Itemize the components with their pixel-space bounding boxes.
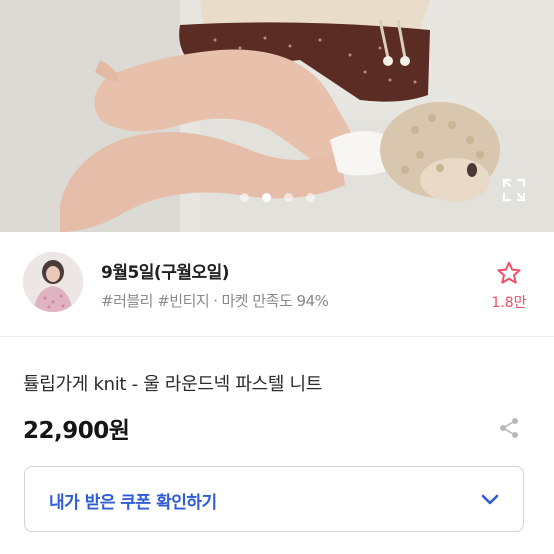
share-icon[interactable] bbox=[497, 416, 521, 440]
favorite-count: 1.8만 bbox=[491, 295, 527, 311]
product-image-gallery[interactable] bbox=[0, 0, 554, 232]
chevron-down-icon bbox=[479, 488, 501, 510]
seller-meta: #러블리 #빈티지 · 마켓 만족도 94% bbox=[101, 290, 329, 311]
gallery-dot-active[interactable] bbox=[261, 193, 271, 202]
star-outline-icon[interactable] bbox=[496, 261, 522, 290]
meta-separator: · bbox=[213, 292, 218, 310]
gallery-dot[interactable] bbox=[239, 193, 249, 202]
coupon-label: 내가 받은 쿠폰 확인하기 bbox=[49, 493, 217, 513]
product-price: 22,900원 bbox=[23, 418, 130, 444]
gallery-dot[interactable] bbox=[305, 193, 315, 202]
gallery-dot[interactable] bbox=[283, 193, 293, 202]
product-title: 튤립가게 knit - 울 라운드넥 파스텔 니트 bbox=[23, 374, 323, 395]
seller-tags: #러블리 #빈티지 bbox=[101, 292, 210, 310]
favorite-button[interactable]: 1.8만 bbox=[484, 260, 534, 312]
gallery-pagination[interactable] bbox=[0, 193, 554, 202]
seller-name[interactable]: 9월5일(구월오일) bbox=[101, 258, 230, 283]
seller-info[interactable]: 9월5일(구월오일) #러블리 #빈티지 · 마켓 만족도 94% 1.8만 bbox=[0, 232, 554, 337]
expand-icon[interactable] bbox=[500, 176, 528, 204]
coupon-check-button[interactable]: 내가 받은 쿠폰 확인하기 bbox=[24, 466, 524, 532]
seller-avatar[interactable] bbox=[23, 252, 83, 312]
market-satisfaction: 마켓 만족도 94% bbox=[221, 292, 329, 310]
